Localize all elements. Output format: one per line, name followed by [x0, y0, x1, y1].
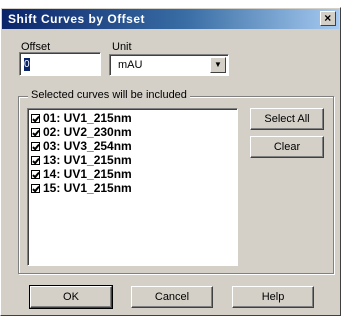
checkbox-checked-icon[interactable] [31, 113, 40, 123]
curve-item-15[interactable]: 15: UV1_215nm [31, 181, 237, 195]
curve-label: 13: UV1_215nm [43, 153, 132, 167]
unit-label: Unit [112, 41, 132, 53]
help-button[interactable]: Help [232, 286, 314, 308]
checkbox-checked-icon[interactable] [31, 141, 40, 151]
curve-item-13[interactable]: 13: UV1_215nm [31, 153, 237, 167]
curve-label: 01: UV1_215nm [43, 111, 132, 125]
unit-dropdown[interactable]: mAU ▼ [109, 54, 229, 76]
checkbox-checked-icon[interactable] [31, 169, 40, 179]
title-bar: Shift Curves by Offset × [2, 9, 339, 29]
checkbox-checked-icon[interactable] [31, 127, 40, 137]
curve-label: 03: UV3_254nm [43, 139, 132, 153]
curve-label: 15: UV1_215nm [43, 181, 132, 195]
checkbox-checked-icon[interactable] [31, 155, 40, 165]
curve-label: 02: UV2_230nm [43, 125, 132, 139]
dropdown-arrow-button[interactable]: ▼ [210, 57, 226, 73]
close-icon: × [324, 11, 332, 25]
curve-item-01[interactable]: 01: UV1_215nm [31, 111, 237, 125]
unit-value: mAU [118, 59, 143, 71]
checkbox-checked-icon[interactable] [31, 183, 40, 193]
select-all-button[interactable]: Select All [250, 108, 324, 130]
curve-item-03[interactable]: 03: UV3_254nm [31, 139, 237, 153]
curve-item-02[interactable]: 02: UV2_230nm [31, 125, 237, 139]
group-label: Selected curves will be included [28, 89, 190, 101]
dialog-title: Shift Curves by Offset [8, 12, 146, 26]
offset-value: 0 [24, 58, 30, 71]
ok-button[interactable]: OK [29, 285, 113, 309]
curve-list[interactable]: 01: UV1_215nm 02: UV2_230nm 03: UV3_254n… [27, 108, 238, 266]
close-button[interactable]: × [320, 11, 336, 26]
chevron-down-icon: ▼ [214, 60, 222, 69]
curve-item-14[interactable]: 14: UV1_215nm [31, 167, 237, 181]
cancel-button[interactable]: Cancel [131, 286, 213, 308]
clear-button[interactable]: Clear [250, 136, 324, 158]
offset-input[interactable]: 0 [19, 52, 101, 76]
curve-label: 14: UV1_215nm [43, 167, 132, 181]
